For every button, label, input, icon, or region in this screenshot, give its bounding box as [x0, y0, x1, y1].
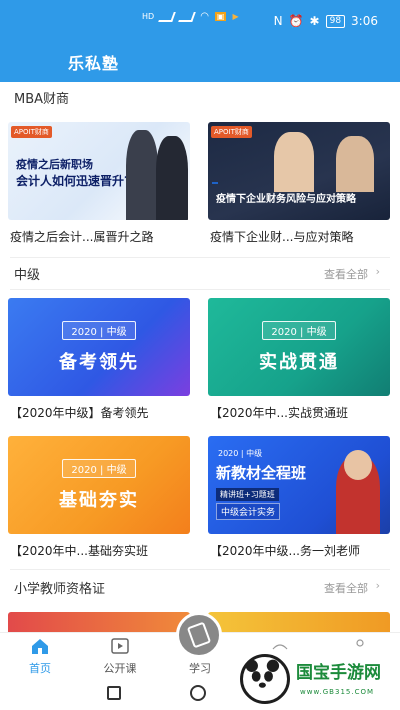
- network-label-1: HD: [142, 11, 155, 21]
- section-title: 小学教师资格证: [14, 582, 106, 597]
- section-header-zhongji: 中级 查看全部 ›: [10, 264, 390, 286]
- recent-apps-button[interactable]: [107, 686, 121, 700]
- watermark: 国宝手游网 www.GB315.COM: [240, 650, 400, 710]
- app-notification-icon: ▣: [214, 12, 227, 21]
- course-card-mba-1[interactable]: APOIT财商 疫情之后新职场 会计人如何迅速晋升?: [8, 122, 190, 220]
- alarm-icon: ⏰: [288, 14, 304, 28]
- app-title: 乐私塾: [68, 54, 120, 73]
- banner-strip: [212, 182, 218, 184]
- watermark-url: www.GB315.COM: [300, 688, 375, 696]
- divider: [10, 569, 390, 570]
- year-tag: 2020 | 中级: [262, 320, 336, 340]
- course-caption[interactable]: 疫情下企业财...与应对策略: [210, 228, 396, 245]
- course-caption[interactable]: 疫情之后会计...属晋升之路: [10, 228, 196, 245]
- signal-icon-2: [178, 11, 197, 22]
- course-card-zhongji-3[interactable]: 2020 | 中级 基础夯实: [8, 436, 190, 534]
- brand-badge: APOIT财商: [211, 126, 252, 138]
- course-caption[interactable]: 【2020年中级...务一刘老师: [210, 542, 396, 559]
- chevron-right-icon[interactable]: ›: [376, 265, 380, 278]
- banner-headline: 实战贯通: [259, 351, 339, 373]
- course-card-teacher-1[interactable]: [8, 612, 190, 632]
- presenter-image: [126, 130, 158, 220]
- banner-tag-2: 中级会计实务: [216, 503, 281, 520]
- status-right: N ⏰ ✱ 98 3:06: [274, 14, 378, 28]
- course-caption[interactable]: 【2020年中级】备考领先: [10, 404, 196, 421]
- play-icon: ▶: [232, 12, 239, 21]
- banner-headline: 基础夯实: [59, 489, 139, 511]
- banner-headline: 新教材全程班: [216, 464, 307, 482]
- section-header-teacher: 小学教师资格证 查看全部 ›: [10, 578, 390, 600]
- status-left: HD ◠ ▣ ▶: [142, 11, 239, 22]
- year-tag: 2020 | 中级: [62, 458, 136, 478]
- section-header-mba: MBA财商: [10, 88, 390, 110]
- course-caption[interactable]: 【2020年中...实战贯通班: [210, 404, 396, 421]
- nav-label: 首页: [29, 662, 51, 675]
- nfc-icon: N: [273, 14, 283, 28]
- presenter-image: [274, 132, 314, 192]
- section-title: MBA财商: [14, 92, 70, 107]
- year-tag: 2020 | 中级: [218, 449, 263, 458]
- brand-badge: APOIT财商: [11, 126, 52, 138]
- course-card-mba-2[interactable]: APOIT财商 疫情下企业财务风险与应对策略: [208, 122, 390, 220]
- bluetooth-icon: ✱: [309, 14, 320, 28]
- nav-label: 公开课: [103, 662, 137, 675]
- app-header: HD ◠ ▣ ▶ N ⏰ ✱ 98 3:06 乐私塾: [0, 0, 400, 82]
- presenter-image-2: [156, 136, 188, 220]
- banner-line-1: 疫情之后新职场: [16, 158, 93, 171]
- course-card-zhongji-4[interactable]: 2020 | 中级 新教材全程班 精讲班+习题班 中级会计实务: [208, 436, 390, 534]
- chevron-right-icon[interactable]: ›: [376, 579, 380, 592]
- course-card-teacher-2[interactable]: [208, 612, 390, 632]
- view-all-link[interactable]: 查看全部: [324, 580, 368, 596]
- nav-item-home[interactable]: 首页: [10, 633, 70, 679]
- divider: [10, 257, 390, 258]
- wifi-icon: ◠: [200, 11, 209, 22]
- watermark-title: 国宝手游网: [296, 663, 381, 683]
- divider: [10, 289, 390, 290]
- study-fab-button[interactable]: [176, 612, 222, 658]
- banner-line-1: 疫情下企业财务风险与应对策略: [216, 194, 356, 205]
- view-all-link[interactable]: 查看全部: [324, 266, 368, 282]
- banner-line-2: 会计人如何迅速晋升?: [16, 174, 131, 188]
- signal-icon: [158, 11, 177, 22]
- banner-headline: 备考领先: [59, 351, 139, 373]
- teacher-face: [344, 450, 372, 480]
- year-tag: 2020 | 中级: [62, 320, 136, 340]
- home-button[interactable]: [190, 685, 206, 701]
- home-icon: [32, 639, 48, 654]
- nav-label: 学习: [189, 662, 211, 675]
- course-card-zhongji-1[interactable]: 2020 | 中级 备考领先: [8, 298, 190, 396]
- panda-face-icon: [245, 659, 280, 688]
- video-icon: [111, 638, 129, 654]
- battery-icon: 98: [325, 14, 346, 28]
- edit-icon: [187, 622, 211, 648]
- presenter-image-2: [336, 136, 374, 192]
- nav-item-open-course[interactable]: 公开课: [90, 633, 150, 679]
- course-caption[interactable]: 【2020年中...基础夯实班: [10, 542, 196, 559]
- section-title: 中级: [14, 268, 41, 283]
- course-card-zhongji-2[interactable]: 2020 | 中级 实战贯通: [208, 298, 390, 396]
- banner-tag: 精讲班+习题班: [216, 488, 279, 501]
- panda-logo-icon: [240, 654, 290, 704]
- status-bar: HD ◠ ▣ ▶ N ⏰ ✱ 98 3:06: [0, 0, 400, 40]
- clock: 3:06: [351, 14, 378, 28]
